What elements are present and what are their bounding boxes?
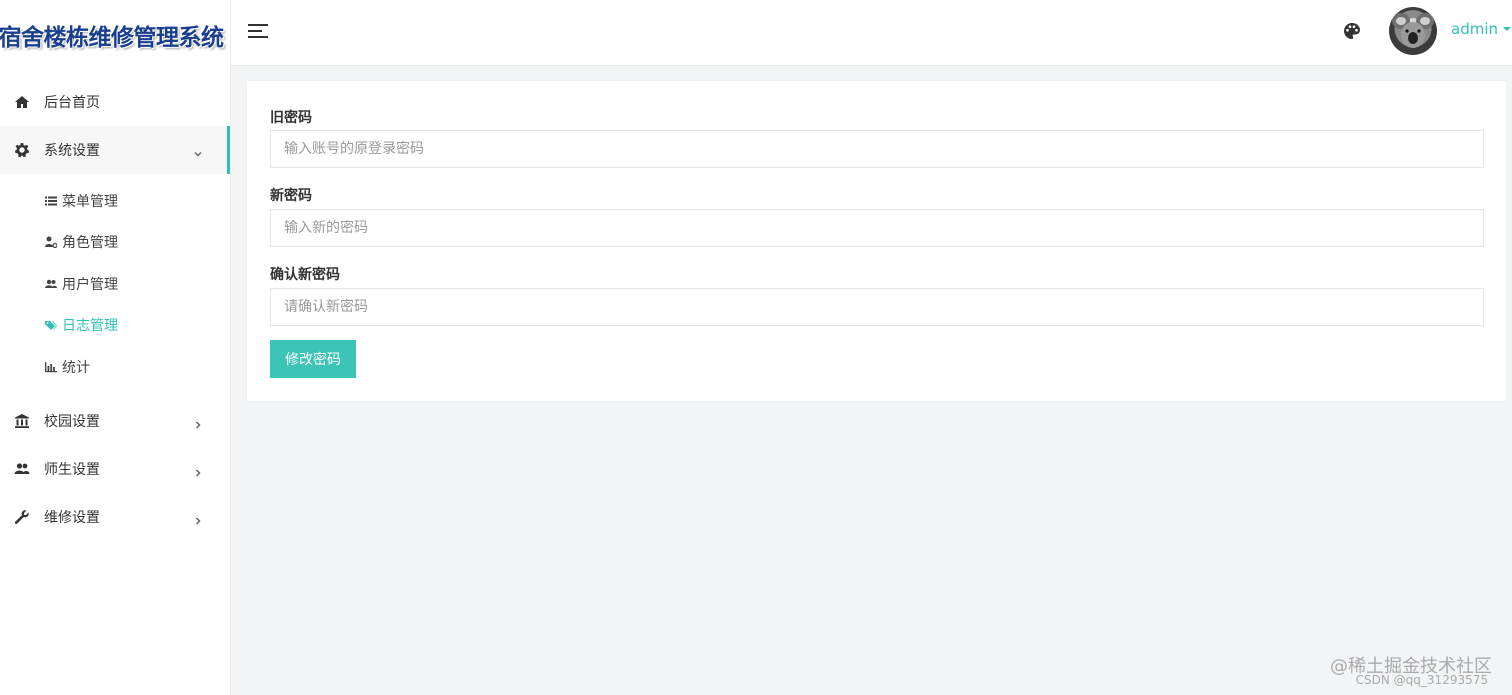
sidebar-item-teacher-student-settings[interactable]: 师生设置 (0, 445, 230, 493)
home-icon (14, 94, 30, 110)
chevron-right-icon (194, 513, 202, 525)
chevron-right-icon (194, 417, 202, 429)
sidebar-item-label: 师生设置 (44, 461, 100, 478)
top-header: admin (231, 0, 1512, 66)
sidebar-subitem-user-management[interactable]: 用户管理 (0, 263, 230, 305)
chevron-right-icon (194, 465, 202, 477)
app-title: 宿舍楼栋维修管理系统 (0, 25, 224, 50)
sidebar-item-label: 后台首页 (44, 95, 100, 111)
user-cog-icon (45, 236, 57, 249)
people-icon (14, 461, 30, 477)
new-password-field[interactable] (270, 209, 1484, 247)
watermark-csdn: CSDN @qq_31293575 (1355, 673, 1488, 687)
sidebar-subitem-label: 日志管理 (62, 318, 118, 335)
confirm-password-label: 确认新密码 (270, 267, 340, 283)
sidebar-subitem-log-management[interactable]: 日志管理 (0, 305, 230, 347)
bank-icon (14, 413, 30, 429)
users-icon (45, 278, 57, 290)
sidebar-item-label: 系统设置 (44, 143, 100, 159)
confirm-password-field[interactable] (270, 288, 1484, 326)
sidebar: 宿舍楼栋维修管理系统 后台首页 系统设置 菜单管理 角色管理 用户管理 日志管理… (0, 0, 231, 695)
change-password-card: 旧密码 新密码 确认新密码 修改密码 (246, 80, 1507, 402)
list-icon (45, 195, 57, 207)
user-menu[interactable]: admin (1451, 20, 1511, 38)
app-logo: 宿舍楼栋维修管理系统 (0, 0, 230, 70)
sidebar-subitem-label: 菜单管理 (62, 193, 118, 210)
palette-icon[interactable] (1343, 22, 1361, 40)
old-password-label: 旧密码 (270, 110, 312, 126)
sidebar-subitem-statistics[interactable]: 统计 (0, 346, 230, 388)
old-password-field[interactable] (270, 130, 1484, 168)
wrench-icon (14, 509, 30, 525)
caret-down-icon (1503, 27, 1511, 31)
sidebar-subitem-label: 统计 (62, 359, 90, 376)
sidebar-item-campus-settings[interactable]: 校园设置 (0, 397, 230, 445)
sidebar-subitem-role-management[interactable]: 角色管理 (0, 222, 230, 264)
sidebar-item-system-settings[interactable]: 系统设置 (0, 126, 230, 174)
avatar[interactable] (1389, 7, 1437, 55)
gear-icon (14, 142, 30, 158)
new-password-label: 新密码 (270, 188, 312, 204)
sidebar-item-repair-settings[interactable]: 维修设置 (0, 493, 230, 541)
sidebar-item-label: 维修设置 (44, 509, 100, 526)
sidebar-subitem-label: 用户管理 (62, 276, 118, 293)
menu-toggle-icon[interactable] (248, 23, 268, 39)
change-password-button[interactable]: 修改密码 (270, 340, 356, 378)
sidebar-item-dashboard[interactable]: 后台首页 (0, 78, 230, 126)
sidebar-subitem-label: 角色管理 (62, 235, 118, 252)
bar-chart-icon (45, 361, 57, 373)
username: admin (1451, 20, 1498, 38)
chevron-down-icon (194, 146, 202, 157)
tag-icon (45, 319, 57, 331)
sidebar-subitem-menu-management[interactable]: 菜单管理 (0, 180, 230, 222)
sidebar-item-label: 校园设置 (44, 413, 100, 430)
